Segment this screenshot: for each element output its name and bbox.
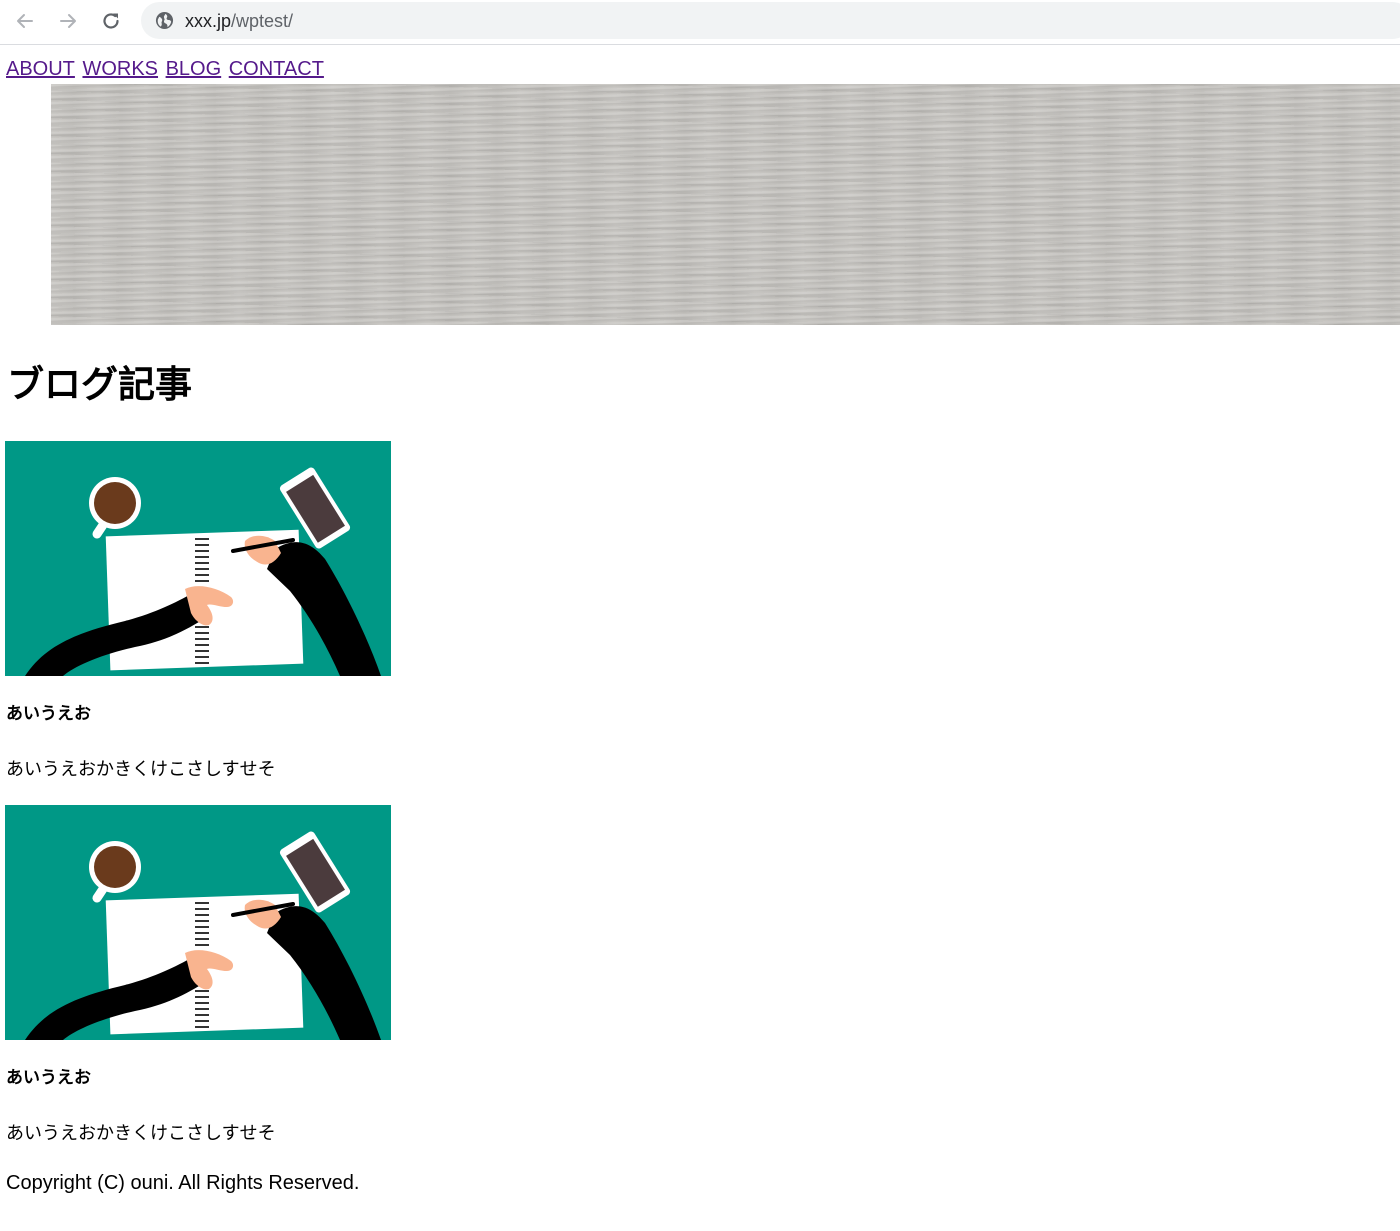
post-thumbnail[interactable] [5, 805, 391, 1040]
section-title: ブログ記事 [7, 363, 192, 406]
nav-link-blog[interactable]: BLOG [166, 58, 222, 80]
arrow-right-icon [60, 14, 76, 28]
back-button[interactable] [8, 4, 42, 38]
reload-icon [103, 13, 119, 29]
post-title[interactable]: あいうえお [6, 1067, 91, 1089]
post-excerpt: あいうえおかきくけこさしすせそ [6, 759, 276, 780]
forward-button[interactable] [51, 4, 85, 38]
url-path: /wptest/ [231, 11, 294, 31]
page-content: ABOUT WORKS BLOG CONTACT ブログ記事 あいうえお あいう… [0, 45, 1400, 1231]
reload-button[interactable] [94, 4, 128, 38]
browser-toolbar: xxx.jp/wptest/ [0, 0, 1400, 45]
post-title[interactable]: あいうえお [6, 703, 91, 725]
footer-copyright: Copyright (C) ouni. All Rights Reserved. [6, 1172, 360, 1194]
nav-link-contact[interactable]: CONTACT [229, 58, 324, 80]
post-thumbnail[interactable] [5, 441, 391, 676]
nav-link-works[interactable]: WORKS [82, 58, 158, 80]
post-excerpt: あいうえおかきくけこさしすせそ [6, 1123, 276, 1144]
globe-icon[interactable] [155, 11, 174, 30]
site-nav: ABOUT WORKS BLOG CONTACT [6, 57, 326, 81]
url-host: xxx.jp [185, 11, 232, 31]
address-bar[interactable]: xxx.jp/wptest/ [141, 2, 1400, 39]
nav-link-about[interactable]: ABOUT [6, 58, 75, 80]
url-text[interactable]: xxx.jp/wptest/ [185, 11, 293, 31]
arrow-left-icon [17, 14, 33, 28]
hero-image [51, 84, 1400, 325]
